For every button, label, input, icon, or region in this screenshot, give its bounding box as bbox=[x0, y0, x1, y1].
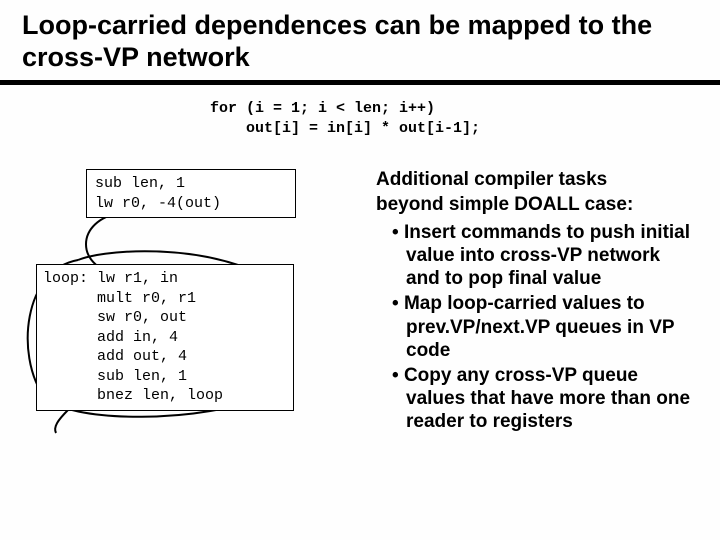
list-item: Map loop-carried values to prev.VP/next.… bbox=[392, 292, 692, 362]
notes-column: Additional compiler tasks beyond simple … bbox=[336, 169, 692, 435]
notes-subheading: beyond simple DOALL case: bbox=[376, 194, 692, 217]
init-code-box: sub len, 1 lw r0, -4(out) bbox=[86, 169, 296, 218]
loop-code-box: loop: lw r1, in mult r0, r1 sw r0, out a… bbox=[36, 264, 294, 411]
bullet-list: Insert commands to push initial value in… bbox=[376, 221, 692, 434]
content-columns: sub len, 1 lw r0, -4(out) loop: lw r1, i… bbox=[0, 169, 720, 435]
list-item: Insert commands to push initial value in… bbox=[392, 221, 692, 291]
slide-title: Loop-carried dependences can be mapped t… bbox=[0, 0, 720, 85]
list-item: Copy any cross-VP queue values that have… bbox=[392, 364, 692, 434]
source-code: for (i = 1; i < len; i++) out[i] = in[i]… bbox=[210, 99, 720, 140]
notes-heading: Additional compiler tasks bbox=[376, 169, 692, 192]
assembly-column: sub len, 1 lw r0, -4(out) loop: lw r1, i… bbox=[36, 169, 336, 411]
